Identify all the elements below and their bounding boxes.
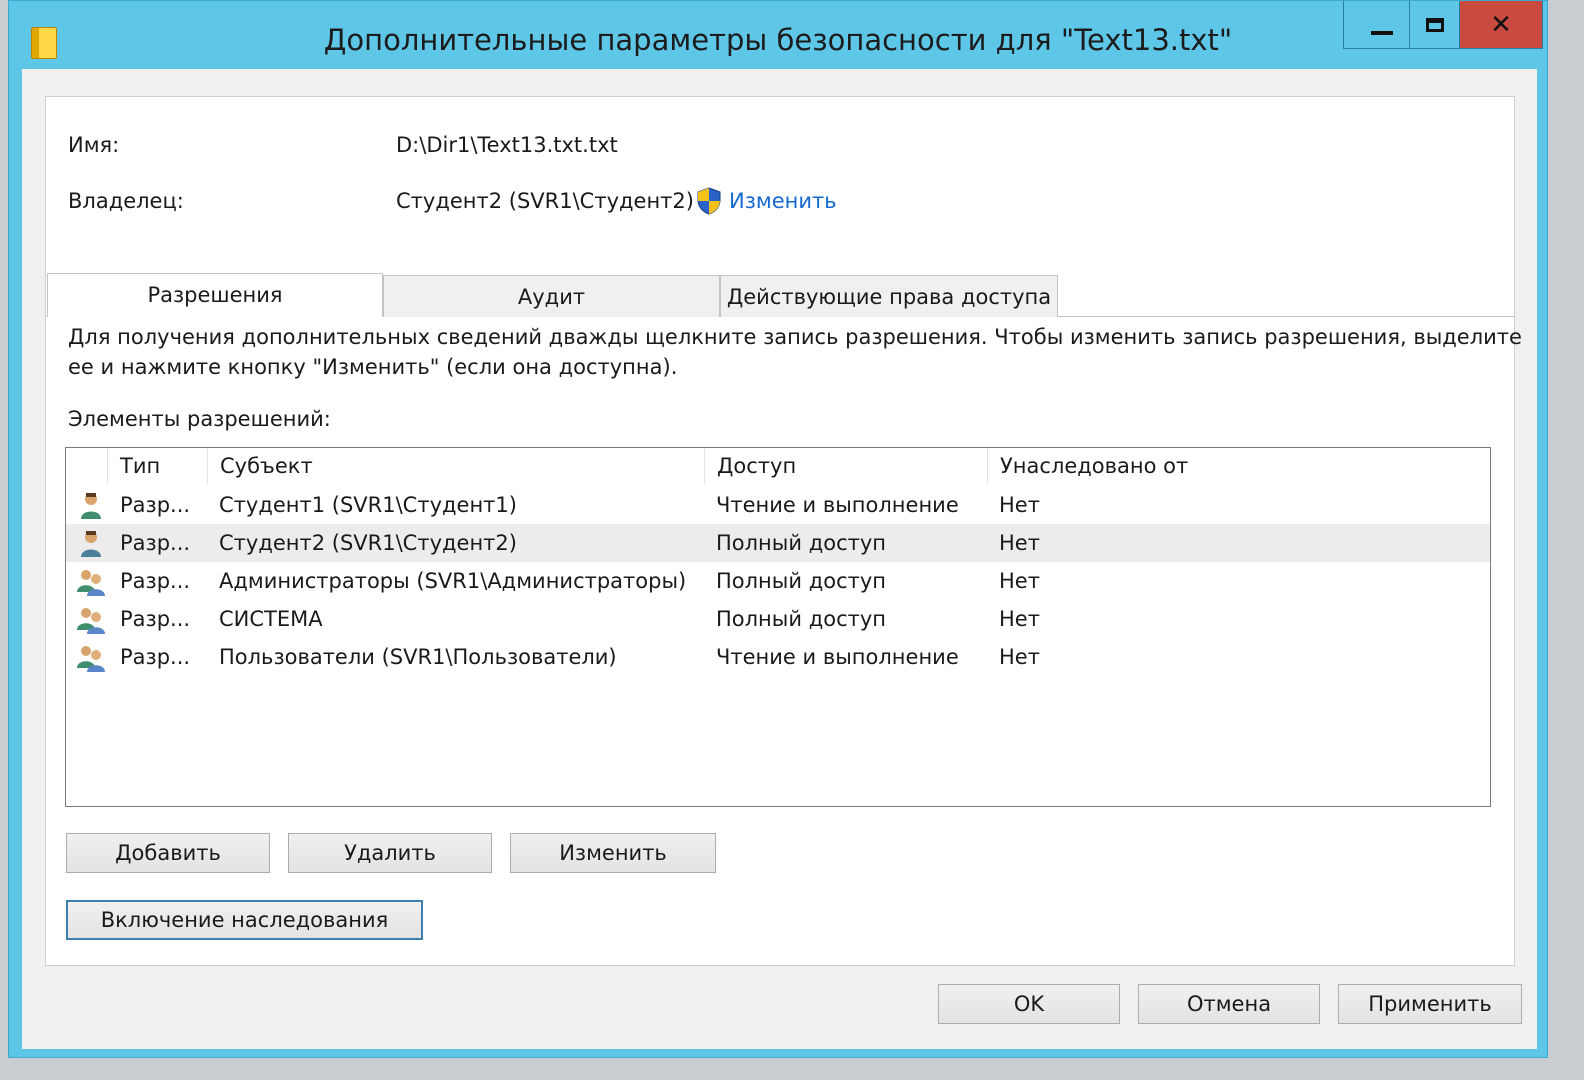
row-inherited: Нет: [999, 645, 1040, 669]
row-access: Полный доступ: [716, 607, 886, 631]
table-row[interactable]: Разр... Студент1 (SVR1\Студент1) Чтение …: [66, 486, 1490, 524]
row-inherited: Нет: [999, 531, 1040, 555]
row-subject: Администраторы (SVR1\Администраторы): [219, 569, 687, 593]
row-type: Разр...: [120, 531, 191, 555]
ok-button[interactable]: OK: [938, 984, 1120, 1024]
row-type: Разр...: [120, 493, 191, 517]
change-owner-link[interactable]: Изменить: [729, 189, 837, 213]
row-inherited: Нет: [999, 493, 1040, 517]
table-row[interactable]: Разр... Администраторы (SVR1\Администрат…: [66, 562, 1490, 600]
row-access: Чтение и выполнение: [716, 493, 959, 517]
permission-entries-label: Элементы разрешений:: [68, 407, 331, 431]
maximize-button[interactable]: [1409, 1, 1460, 49]
apply-button[interactable]: Применить: [1338, 984, 1522, 1024]
group-icon: [77, 608, 105, 634]
row-inherited: Нет: [999, 569, 1040, 593]
add-button[interactable]: Добавить: [66, 833, 270, 873]
enable-inheritance-button[interactable]: Включение наследования: [66, 900, 423, 940]
row-type: Разр...: [120, 607, 191, 631]
tab-effective-access[interactable]: Действующие права доступа: [720, 275, 1058, 317]
name-label: Имя:: [68, 133, 120, 157]
table-row[interactable]: Разр... Студент2 (SVR1\Студент2) Полный …: [66, 524, 1490, 562]
owner-label: Владелец:: [68, 189, 184, 213]
user-icon: [81, 531, 101, 557]
column-header-icon: [66, 448, 108, 484]
remove-button[interactable]: Удалить: [288, 833, 492, 873]
row-type: Разр...: [120, 645, 191, 669]
dialog-window: Дополнительные параметры безопасности дл…: [8, 0, 1548, 1058]
window-title: Дополнительные параметры безопасности дл…: [323, 23, 1233, 57]
row-subject: СИСТЕМА: [219, 607, 323, 631]
column-header-inherited[interactable]: Унаследовано от: [988, 448, 1490, 484]
owner-value: Студент2 (SVR1\Студент2): [396, 189, 694, 213]
column-header-subject[interactable]: Субъект: [208, 448, 705, 484]
description-line-1: Для получения дополнительных сведений дв…: [68, 325, 1522, 349]
row-subject: Пользователи (SVR1\Пользователи): [219, 645, 617, 669]
row-subject: Студент2 (SVR1\Студент2): [219, 531, 517, 555]
close-button[interactable]: ✕: [1459, 1, 1543, 49]
tab-audit[interactable]: Аудит: [383, 275, 720, 317]
close-icon: ✕: [1490, 9, 1512, 40]
user-icon: [81, 493, 101, 519]
group-icon: [77, 570, 105, 596]
uac-shield-icon: [697, 187, 721, 215]
name-value: D:\Dir1\Text13.txt.txt: [396, 133, 618, 157]
cancel-button[interactable]: Отмена: [1138, 984, 1320, 1024]
edit-button[interactable]: Изменить: [510, 833, 716, 873]
minimize-icon: [1370, 30, 1393, 35]
permission-entries-list[interactable]: Тип Субъект Доступ Унаследовано от Разр.…: [65, 447, 1491, 807]
group-icon: [77, 646, 105, 672]
table-row[interactable]: Разр... Пользователи (SVR1\Пользователи)…: [66, 638, 1490, 676]
row-type: Разр...: [120, 569, 191, 593]
description-line-2: ее и нажмите кнопку "Изменить" (если она…: [68, 355, 678, 379]
maximize-icon: [1425, 17, 1444, 32]
table-row[interactable]: Разр... СИСТЕМА Полный доступ Нет: [66, 600, 1490, 638]
row-access: Полный доступ: [716, 569, 886, 593]
row-subject: Студент1 (SVR1\Студент1): [219, 493, 517, 517]
row-inherited: Нет: [999, 607, 1040, 631]
dialog-body: Имя: D:\Dir1\Text13.txt.txt Владелец: Ст…: [22, 69, 1537, 1049]
content-panel: Имя: D:\Dir1\Text13.txt.txt Владелец: Ст…: [45, 96, 1522, 966]
row-access: Полный доступ: [716, 531, 886, 555]
row-access: Чтение и выполнение: [716, 645, 959, 669]
column-header-type[interactable]: Тип: [108, 448, 208, 484]
tab-permissions[interactable]: Разрешения: [47, 273, 383, 317]
column-header-access[interactable]: Доступ: [705, 448, 988, 484]
